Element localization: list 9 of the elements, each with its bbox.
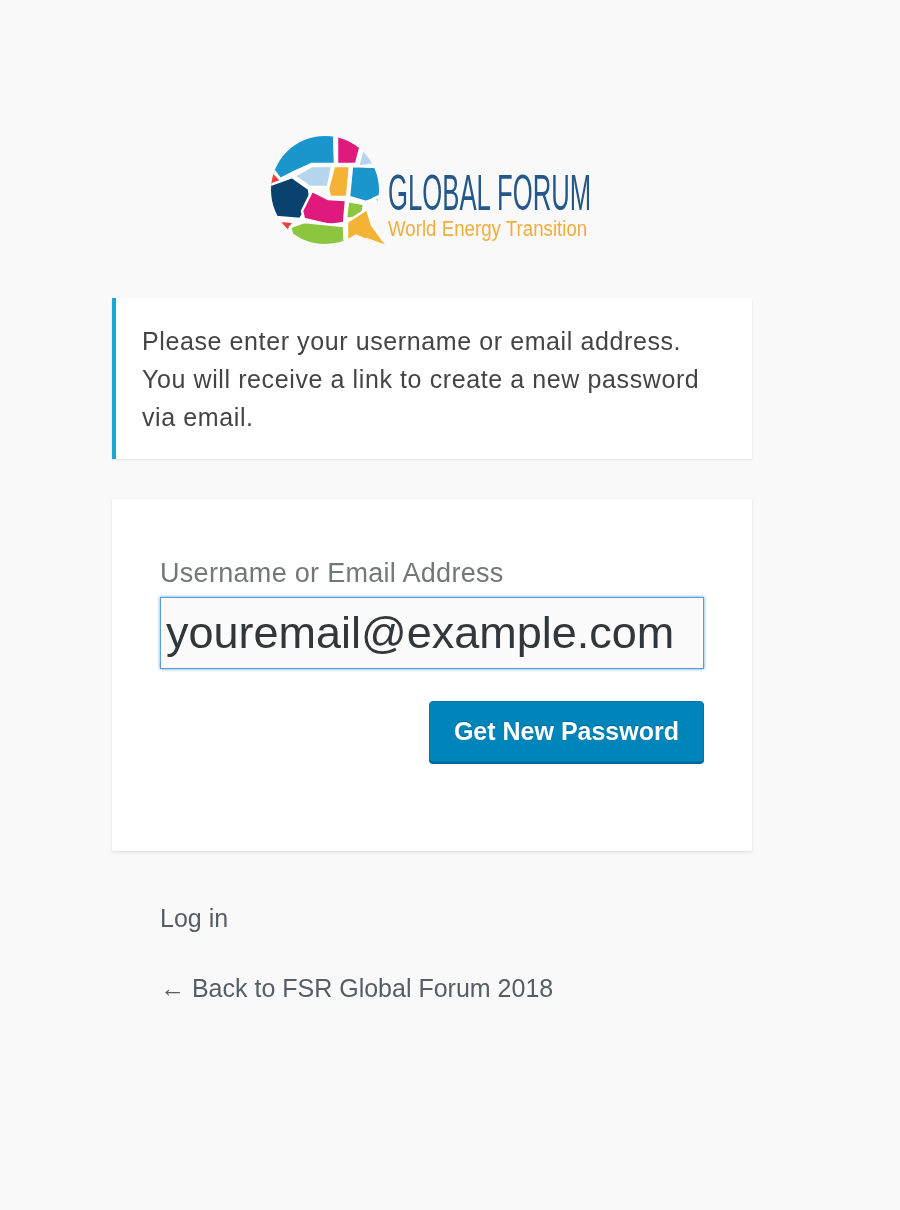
field-label: Username or Email Address [160, 557, 504, 590]
logo-title: GLOBAL FORUM [388, 168, 592, 218]
message-text: Please enter your username or email address. You will receive a link to create a new password via email. [142, 326, 701, 433]
text-link[interactable]: Log in [160, 900, 229, 936]
email-field[interactable]: youremail@example.com [160, 597, 704, 669]
logo-subtitle: World Energy Transition [388, 218, 588, 240]
get-new-password-button[interactable]: Get New Password [428, 701, 704, 762]
globe-speech-bubble-icon [270, 135, 386, 249]
text-link[interactable]: ← Back to FSR Global Forum 2018 [160, 970, 554, 1006]
